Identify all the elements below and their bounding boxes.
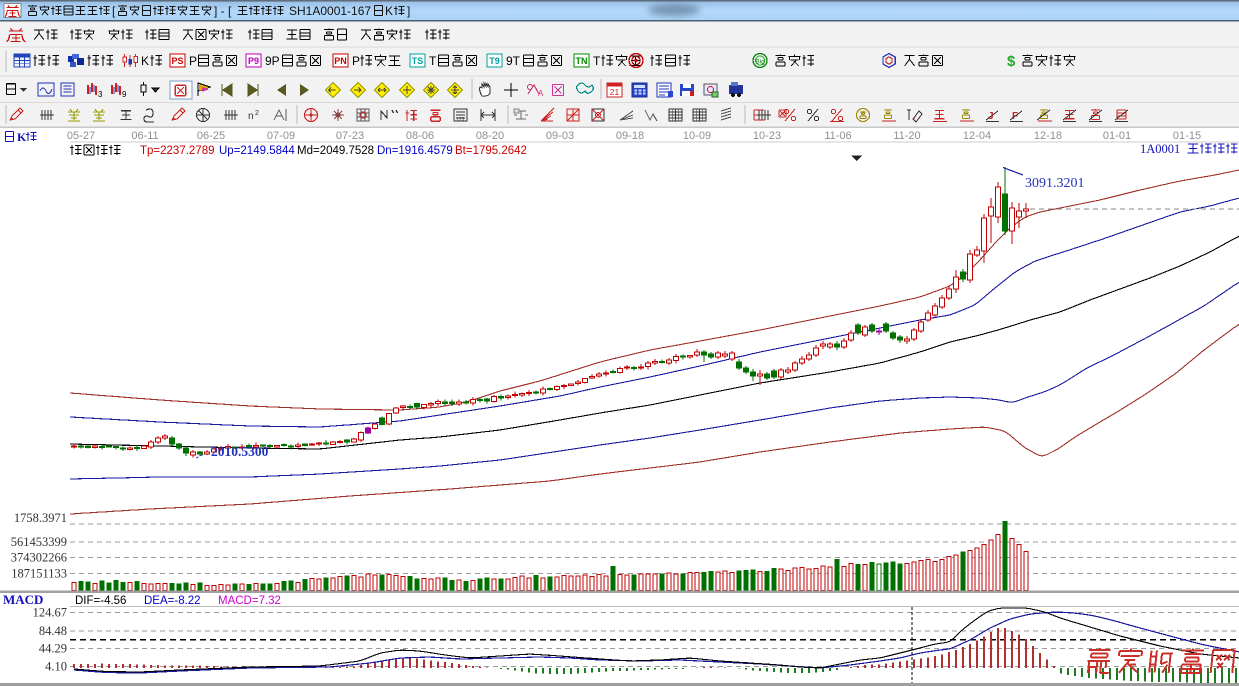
svg-text:TS: TS	[412, 56, 424, 66]
svg-text:11-20: 11-20	[893, 130, 920, 142]
svg-text:P: P	[352, 54, 360, 68]
svg-text:P: P	[189, 54, 197, 68]
svg-text:Big: Big	[755, 59, 765, 66]
svg-text:Dn=1916.4579: Dn=1916.4579	[377, 145, 453, 157]
svg-text:06-11: 06-11	[131, 130, 158, 142]
svg-text:9T: 9T	[506, 54, 521, 68]
svg-text:DIF=-4.56: DIF=-4.56	[75, 595, 126, 607]
svg-text:84.48: 84.48	[39, 624, 67, 638]
svg-text:187151133: 187151133	[11, 567, 67, 581]
svg-text:K: K	[17, 130, 27, 144]
svg-text:1758.3971: 1758.3971	[14, 511, 67, 525]
svg-text:TN: TN	[576, 56, 588, 66]
svg-text:Up=2149.5844: Up=2149.5844	[219, 145, 295, 157]
svg-text:01-15: 01-15	[1173, 130, 1201, 142]
svg-text:1A0001: 1A0001	[1140, 142, 1180, 156]
svg-text:Bt=1795.2642: Bt=1795.2642	[455, 145, 527, 157]
svg-text:PN: PN	[334, 56, 347, 66]
svg-text:10-23: 10-23	[753, 130, 781, 142]
svg-text:9: 9	[122, 90, 127, 99]
svg-text:374302266: 374302266	[11, 551, 67, 565]
svg-text:T9: T9	[489, 56, 500, 66]
svg-text:561453399: 561453399	[11, 535, 67, 549]
svg-text:MACD=7.32: MACD=7.32	[218, 595, 281, 607]
svg-text:07-09: 07-09	[267, 130, 295, 142]
svg-text:n: n	[248, 111, 254, 122]
svg-text:08-20: 08-20	[476, 130, 504, 142]
svg-text:Md=2049.7528: Md=2049.7528	[297, 145, 374, 157]
svg-text:11-06: 11-06	[824, 130, 851, 142]
svg-text:3: 3	[98, 90, 103, 99]
svg-text:01-01: 01-01	[1103, 130, 1131, 142]
svg-text:T: T	[593, 54, 601, 68]
svg-text:DEA=-8.22: DEA=-8.22	[144, 595, 201, 607]
svg-text:3091.3201: 3091.3201	[1025, 176, 1085, 191]
svg-text:09-03: 09-03	[546, 130, 574, 142]
svg-text:07-23: 07-23	[336, 130, 364, 142]
svg-text:9P: 9P	[265, 54, 280, 68]
svg-text:124.67: 124.67	[33, 606, 67, 620]
svg-text:K: K	[141, 54, 149, 68]
svg-text:21: 21	[610, 87, 620, 97]
svg-text:A: A	[538, 89, 544, 98]
svg-text:123: 123	[456, 117, 465, 123]
svg-text:10-09: 10-09	[683, 130, 711, 142]
svg-text:Tp=2237.2789: Tp=2237.2789	[140, 145, 215, 157]
svg-text:PS: PS	[171, 56, 183, 66]
svg-text:$: $	[1007, 53, 1016, 70]
svg-text:SH1A0001-167: SH1A0001-167	[289, 4, 371, 18]
svg-text:12-18: 12-18	[1034, 130, 1062, 142]
svg-text:2010.5300: 2010.5300	[211, 444, 269, 459]
svg-text:05-27: 05-27	[67, 130, 95, 142]
svg-text:] - [: ] - [	[214, 4, 232, 18]
svg-text:K: K	[385, 4, 393, 18]
svg-text:P9: P9	[248, 56, 259, 66]
svg-text:12-04: 12-04	[963, 130, 991, 142]
svg-text:09-18: 09-18	[616, 130, 644, 142]
svg-text:2: 2	[255, 110, 259, 117]
svg-text:44.29: 44.29	[39, 642, 67, 656]
svg-text:06-25: 06-25	[197, 130, 225, 142]
svg-text:T: T	[429, 54, 437, 68]
svg-text:08-06: 08-06	[406, 130, 434, 142]
svg-text:4.10: 4.10	[45, 659, 67, 673]
svg-text:]: ]	[407, 4, 410, 18]
